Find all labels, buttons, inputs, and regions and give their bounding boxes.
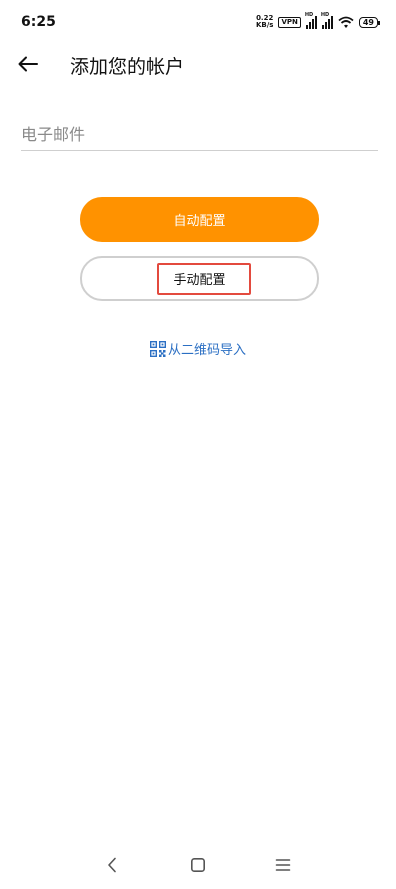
signal-icon-2: HD: [321, 12, 333, 29]
network-speed: 0.22 KB/s: [256, 15, 273, 29]
status-icons: 0.22 KB/s VPN HD HD 49: [256, 12, 381, 30]
signal-hd-label-2: HD: [320, 11, 330, 18]
app-header: 添加您的帐户: [0, 44, 396, 84]
status-time: 6:25: [21, 14, 56, 30]
back-button[interactable]: [14, 50, 42, 78]
nav-back-button[interactable]: [100, 853, 124, 877]
battery-icon: 49: [358, 16, 381, 28]
status-bar: 6:25 0.22 KB/s VPN HD HD 49: [0, 0, 396, 44]
manual-config-label: 手动配置: [173, 273, 226, 288]
system-nav-bar: [0, 843, 396, 889]
auto-config-button[interactable]: 自动配置: [80, 197, 319, 242]
arrow-left-icon: [18, 56, 38, 72]
qr-import-label: 从二维码导入: [168, 343, 247, 358]
nav-home-button[interactable]: [186, 853, 210, 877]
email-field-container: [21, 120, 378, 151]
qr-import-link[interactable]: 从二维码导入: [150, 339, 246, 358]
home-square-icon: [190, 857, 205, 872]
menu-lines-icon: [275, 859, 291, 871]
email-field[interactable]: [21, 120, 378, 148]
signal-icon: HD: [305, 12, 317, 29]
qr-code-icon: [150, 340, 166, 357]
network-speed-unit: KB/s: [255, 21, 274, 29]
vpn-badge: VPN: [278, 16, 301, 28]
signal-hd-label: HD: [304, 11, 314, 18]
wifi-icon: [338, 16, 354, 28]
nav-menu-button[interactable]: [271, 853, 295, 877]
auto-config-label: 自动配置: [173, 214, 226, 229]
manual-config-button[interactable]: 手动配置: [80, 256, 319, 301]
back-chevron-icon: [108, 857, 116, 873]
page-title: 添加您的帐户: [70, 56, 185, 78]
